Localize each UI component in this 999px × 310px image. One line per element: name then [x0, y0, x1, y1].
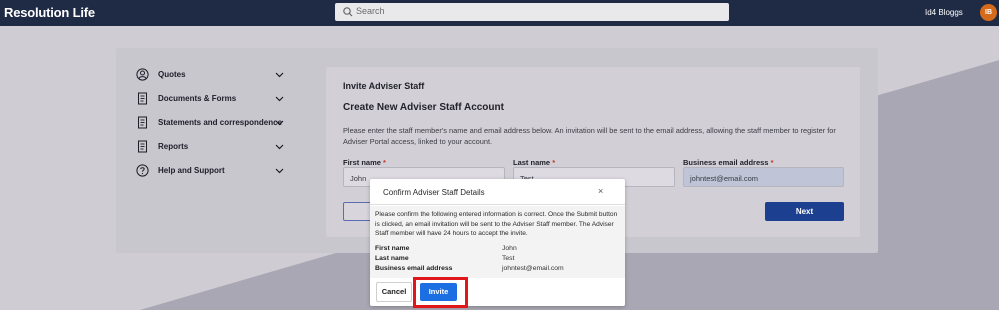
modal-message: Please confirm the following entered inf…: [375, 211, 618, 238]
sidebar-item-label: Quotes: [158, 70, 186, 79]
highlight-box: [413, 277, 468, 308]
last-name-label-text: Last name: [513, 158, 551, 167]
sidebar-item-documents-forms[interactable]: Documents & Forms: [136, 90, 286, 108]
detail-value: John: [502, 245, 517, 252]
modal-header: Confirm Adviser Staff Details ×: [370, 179, 625, 205]
back-button[interactable]: [343, 202, 373, 221]
chevron-down-icon[interactable]: [275, 70, 284, 79]
sidebar-item-label: Help and Support: [158, 166, 225, 175]
sidebar-item-label: Reports: [158, 142, 189, 151]
close-icon[interactable]: ×: [598, 186, 603, 196]
required-mark: *: [552, 158, 556, 167]
detail-value: Test: [502, 255, 515, 262]
document-icon: [138, 116, 147, 129]
form-description: Please enter the staff member's name and…: [343, 126, 836, 146]
sidebar-item-statements[interactable]: Statements and correspondence: [136, 114, 286, 132]
help-circle-icon: [136, 164, 149, 177]
chevron-down-icon[interactable]: [275, 142, 284, 151]
avatar[interactable]: IB: [980, 4, 997, 21]
search-placeholder: Search: [356, 6, 385, 16]
page-title: Invite Adviser Staff: [343, 81, 425, 91]
first-name-label-text: First name: [343, 158, 381, 167]
required-mark: *: [770, 158, 774, 167]
search-icon: [343, 7, 353, 17]
modal-title: Confirm Adviser Staff Details: [383, 188, 485, 197]
modal-body: Please confirm the following entered inf…: [370, 206, 625, 278]
email-label: Business email address *: [683, 158, 773, 167]
cancel-button[interactable]: Cancel: [376, 282, 412, 302]
sidebar-item-label: Statements and correspondence: [158, 118, 283, 127]
user-circle-icon: [136, 68, 149, 81]
email-label-text: Business email address: [683, 158, 769, 167]
search-input[interactable]: Search: [335, 3, 729, 21]
sidebar-item-reports[interactable]: Reports: [136, 138, 286, 156]
next-button[interactable]: Next: [765, 202, 844, 221]
last-name-label: Last name *: [513, 158, 555, 167]
top-navigation-bar: Resolution Life Search Id4 Bloggs IB: [0, 0, 999, 26]
sidebar-item-help-support[interactable]: Help and Support: [136, 162, 286, 180]
detail-value: johntest@email.com: [502, 265, 564, 272]
first-name-label: First name *: [343, 158, 386, 167]
logo: Resolution Life: [4, 5, 95, 20]
user-name[interactable]: Id4 Bloggs: [925, 8, 963, 17]
chevron-down-icon[interactable]: [275, 94, 284, 103]
document-icon: [138, 140, 147, 153]
sidebar-item-quotes[interactable]: Quotes: [136, 66, 286, 84]
email-field[interactable]: johntest@email.com: [683, 167, 844, 187]
sidebar-item-label: Documents & Forms: [158, 94, 237, 103]
detail-key: Business email address: [375, 265, 453, 272]
chevron-down-icon[interactable]: [275, 166, 284, 175]
required-mark: *: [383, 158, 386, 167]
detail-key: Last name: [375, 255, 409, 262]
document-icon: [138, 92, 147, 105]
form-heading: Create New Adviser Staff Account: [343, 102, 504, 113]
chevron-down-icon[interactable]: [275, 118, 284, 127]
detail-key: First name: [375, 245, 410, 252]
